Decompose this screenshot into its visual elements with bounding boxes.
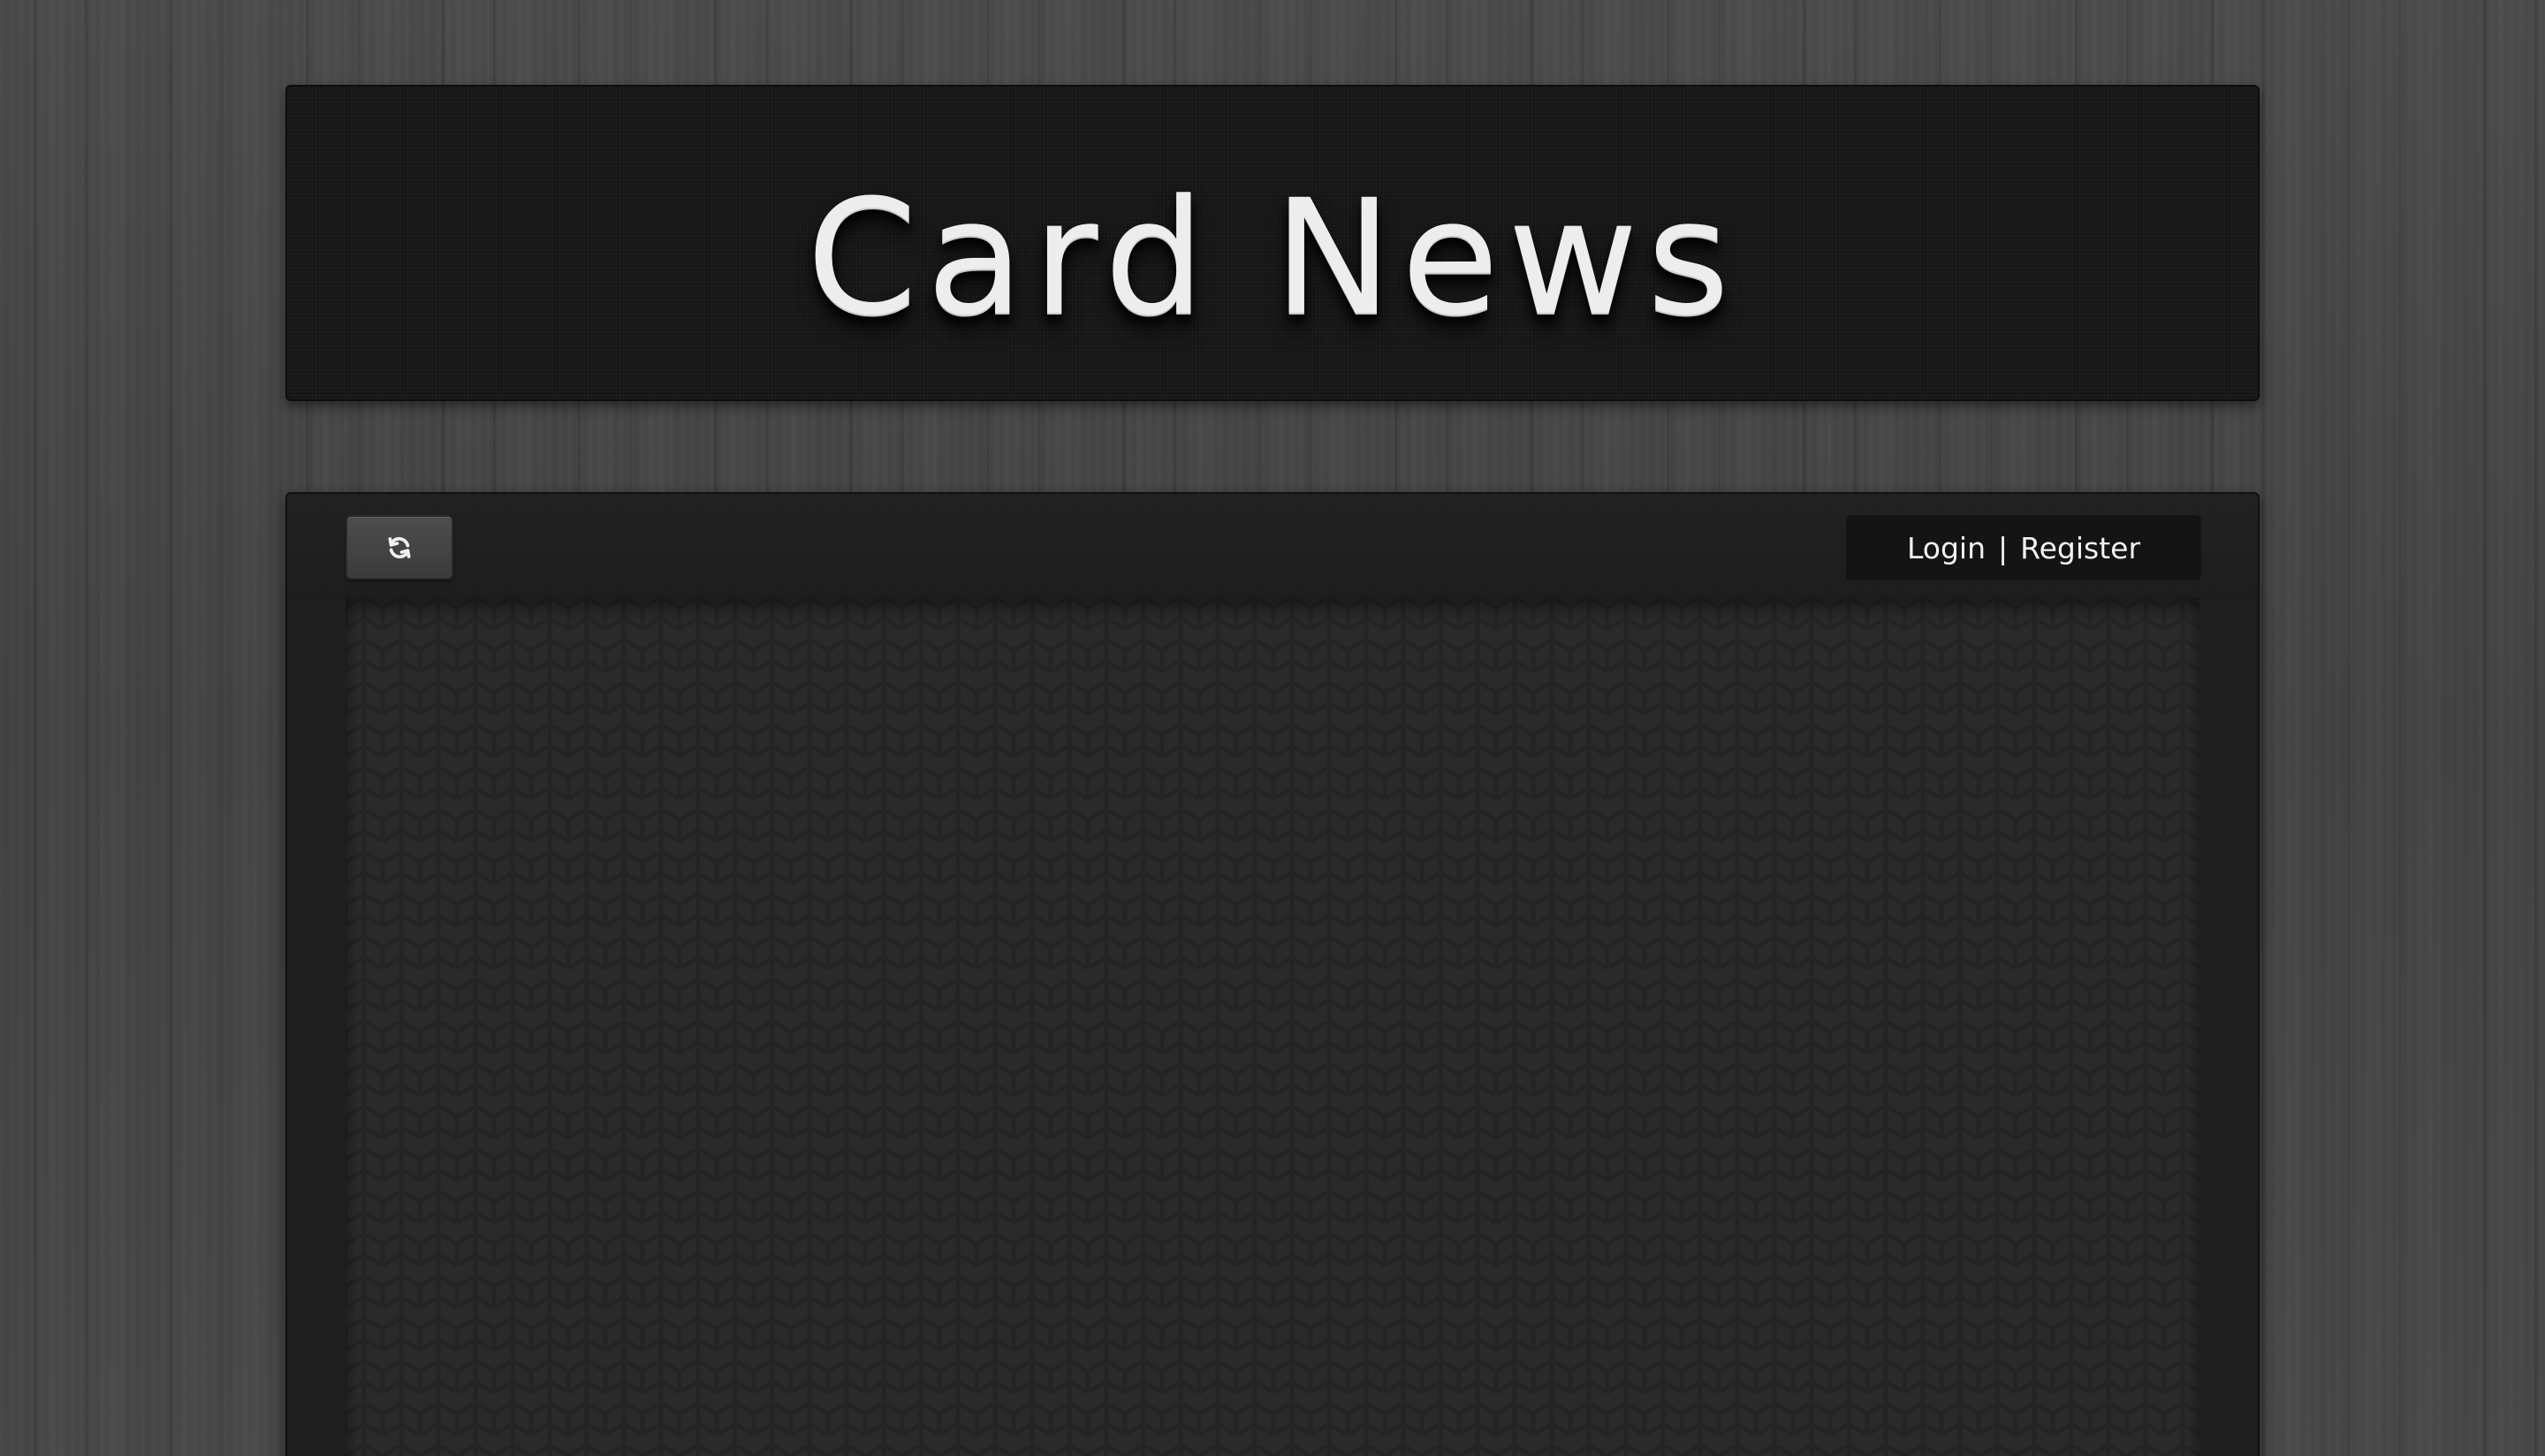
refresh-button[interactable] — [346, 515, 453, 580]
main-panel: Login | Register — [285, 492, 2260, 1456]
card-feed-area — [346, 597, 2199, 1456]
auth-separator: | — [1998, 530, 2009, 565]
site-title: Card News — [806, 166, 1739, 351]
refresh-icon — [388, 536, 411, 558]
toolbar: Login | Register — [287, 494, 2258, 597]
site-header: Card News — [285, 85, 2260, 401]
register-link[interactable]: Register — [2020, 531, 2140, 565]
login-link[interactable]: Login — [1907, 531, 1986, 565]
auth-box: Login | Register — [1846, 515, 2201, 580]
